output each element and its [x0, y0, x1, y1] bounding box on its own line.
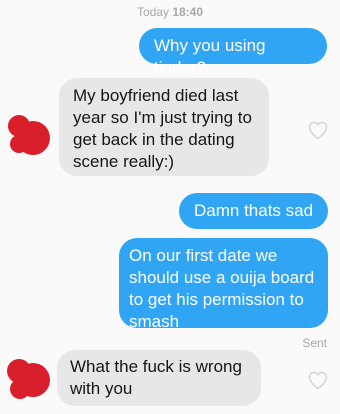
- like-heart-icon[interactable]: [306, 118, 330, 142]
- outgoing-message-bubble[interactable]: Damn thats sad: [179, 193, 328, 229]
- like-heart-icon[interactable]: [306, 368, 330, 392]
- incoming-message-bubble[interactable]: My boyfriend died last year so I'm just …: [59, 78, 269, 176]
- outgoing-message-bubble[interactable]: On our first date we should use a ouija …: [119, 238, 328, 331]
- sender-avatar[interactable]: [7, 359, 50, 399]
- avatar-redaction-mark: [8, 115, 30, 137]
- message-thread: Today 18:40 Why you using tinder? My boy…: [0, 0, 340, 414]
- sent-status: Sent: [302, 336, 327, 350]
- sender-avatar[interactable]: [8, 115, 50, 155]
- timestamp-day: Today: [136, 5, 169, 19]
- avatar-redaction-mark: [10, 379, 30, 399]
- timestamp: Today 18:40: [0, 5, 340, 19]
- avatar-redaction-mark: [10, 135, 28, 153]
- outgoing-message-bubble[interactable]: Why you using tinder?: [139, 28, 327, 77]
- timestamp-time: 18:40: [172, 5, 204, 19]
- incoming-message-bubble[interactable]: What the fuck is wrong with you: [57, 350, 261, 406]
